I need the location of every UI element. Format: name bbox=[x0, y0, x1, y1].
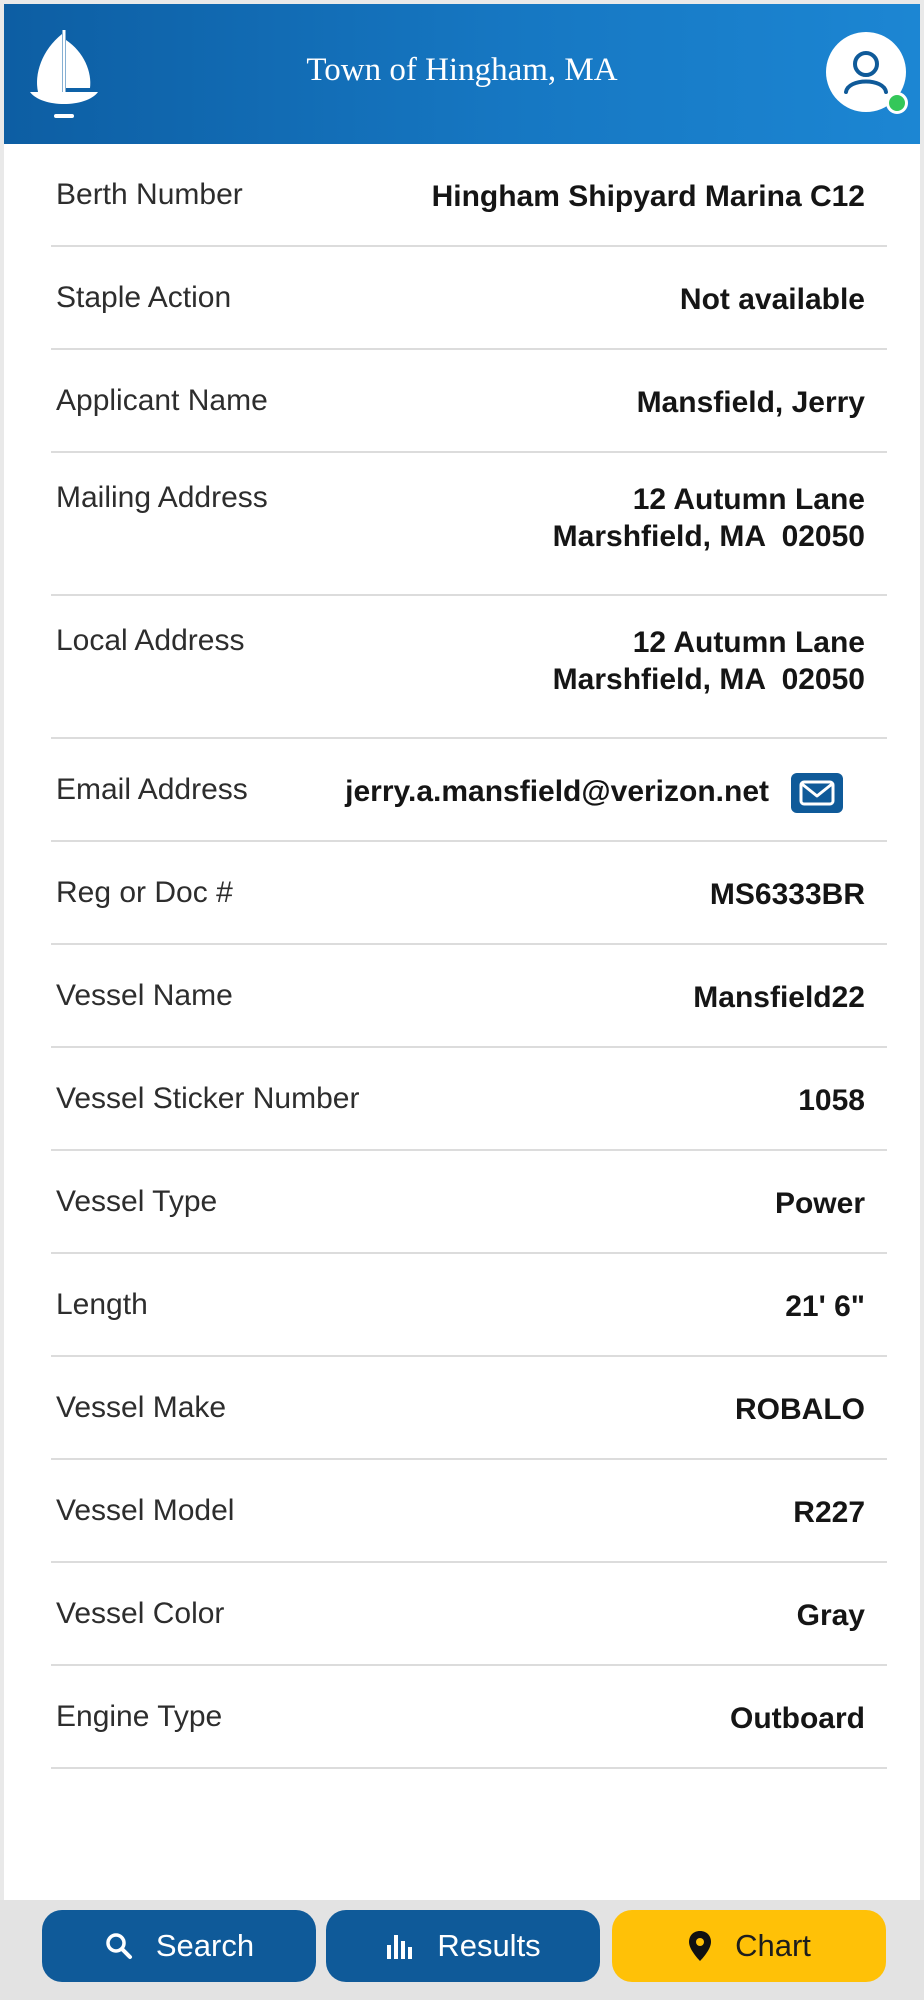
detail-row-email-address: Email Address jerry.a.mansfield@verizon.… bbox=[51, 739, 887, 842]
detail-value: 21' 6" bbox=[785, 1290, 865, 1323]
address-line-1: 12 Autumn Lane bbox=[632, 483, 865, 516]
detail-value: 12 Autumn Lane Marshfield, MA 02050 bbox=[553, 481, 865, 555]
results-button-label: Results bbox=[437, 1928, 541, 1963]
search-button[interactable]: Search bbox=[42, 1910, 316, 1982]
detail-value: Not available bbox=[679, 283, 865, 316]
detail-label: Engine Type bbox=[56, 1700, 223, 1733]
chart-button-label: Chart bbox=[735, 1928, 811, 1963]
detail-value: Outboard bbox=[730, 1702, 865, 1735]
detail-row-vessel-make: Vessel Make ROBALO bbox=[51, 1357, 887, 1460]
page-title: Town of Hingham, MA bbox=[306, 52, 618, 88]
detail-row-mailing-address: Mailing Address 12 Autumn Lane Marshfiel… bbox=[51, 453, 887, 596]
detail-row-vessel-sticker-number: Vessel Sticker Number 1058 bbox=[51, 1048, 887, 1151]
detail-row-vessel-type: Vessel Type Power bbox=[51, 1151, 887, 1254]
search-icon bbox=[104, 1931, 134, 1961]
detail-label: Staple Action bbox=[56, 281, 232, 314]
online-status-dot bbox=[886, 92, 908, 114]
bar-chart-icon bbox=[385, 1931, 415, 1961]
detail-label: Local Address bbox=[56, 624, 245, 657]
detail-label: Email Address bbox=[56, 773, 248, 806]
detail-row-reg-or-doc: Reg or Doc # MS6333BR bbox=[51, 842, 887, 945]
map-pin-icon bbox=[687, 1930, 713, 1962]
email-value[interactable]: jerry.a.mansfield@verizon.net bbox=[345, 773, 769, 810]
detail-value: ROBALO bbox=[735, 1393, 865, 1426]
detail-row-applicant-name: Applicant Name Mansfield, Jerry bbox=[51, 350, 887, 453]
detail-label: Vessel Name bbox=[56, 979, 233, 1012]
app-frame: Town of Hingham, MA Berth Number Hingham… bbox=[4, 4, 920, 1996]
detail-label: Length bbox=[56, 1288, 148, 1321]
detail-value: Mansfield22 bbox=[693, 981, 865, 1014]
detail-label: Vessel Color bbox=[56, 1597, 225, 1630]
detail-label: Reg or Doc # bbox=[56, 876, 233, 909]
detail-row-vessel-model: Vessel Model R227 bbox=[51, 1460, 887, 1563]
detail-value: Power bbox=[774, 1187, 865, 1220]
detail-row-length: Length 21' 6" bbox=[51, 1254, 887, 1357]
bottom-nav-bar: Search Results Chart bbox=[0, 1900, 924, 2000]
detail-row-staple-action: Staple Action Not available bbox=[51, 247, 887, 350]
send-email-button[interactable] bbox=[791, 773, 843, 813]
search-button-label: Search bbox=[155, 1928, 255, 1963]
detail-label: Vessel Sticker Number bbox=[56, 1082, 360, 1115]
address-line-2: Marshfield, MA 02050 bbox=[552, 520, 865, 553]
user-avatar-button[interactable] bbox=[826, 32, 908, 114]
app-header: Town of Hingham, MA bbox=[4, 4, 920, 144]
details-list: Berth Number Hingham Shipyard Marina C12… bbox=[51, 144, 887, 1769]
detail-row-local-address: Local Address 12 Autumn Lane Marshfield,… bbox=[51, 596, 887, 739]
detail-value: R227 bbox=[793, 1496, 865, 1529]
detail-row-vessel-color: Vessel Color Gray bbox=[51, 1563, 887, 1666]
detail-value: Gray bbox=[796, 1599, 865, 1632]
detail-label: Vessel Model bbox=[56, 1494, 235, 1527]
detail-label: Mailing Address bbox=[56, 481, 268, 514]
mail-icon bbox=[799, 780, 835, 806]
address-line-1: 12 Autumn Lane bbox=[632, 626, 865, 659]
detail-label: Applicant Name bbox=[56, 384, 268, 417]
detail-row-berth-number: Berth Number Hingham Shipyard Marina C12 bbox=[51, 144, 887, 247]
detail-row-vessel-name: Vessel Name Mansfield22 bbox=[51, 945, 887, 1048]
detail-value: Hingham Shipyard Marina C12 bbox=[431, 180, 865, 213]
address-line-2: Marshfield, MA 02050 bbox=[552, 663, 865, 696]
detail-value: 12 Autumn Lane Marshfield, MA 02050 bbox=[553, 624, 865, 698]
detail-label: Vessel Type bbox=[56, 1185, 218, 1218]
detail-label: Berth Number bbox=[56, 178, 243, 211]
detail-value: MS6333BR bbox=[709, 878, 865, 911]
detail-value: Mansfield, Jerry bbox=[636, 386, 865, 419]
chart-button[interactable]: Chart bbox=[612, 1910, 886, 1982]
detail-label: Vessel Make bbox=[56, 1391, 227, 1424]
results-button[interactable]: Results bbox=[326, 1910, 600, 1982]
detail-row-engine-type: Engine Type Outboard bbox=[51, 1666, 887, 1769]
detail-value: 1058 bbox=[798, 1084, 865, 1117]
